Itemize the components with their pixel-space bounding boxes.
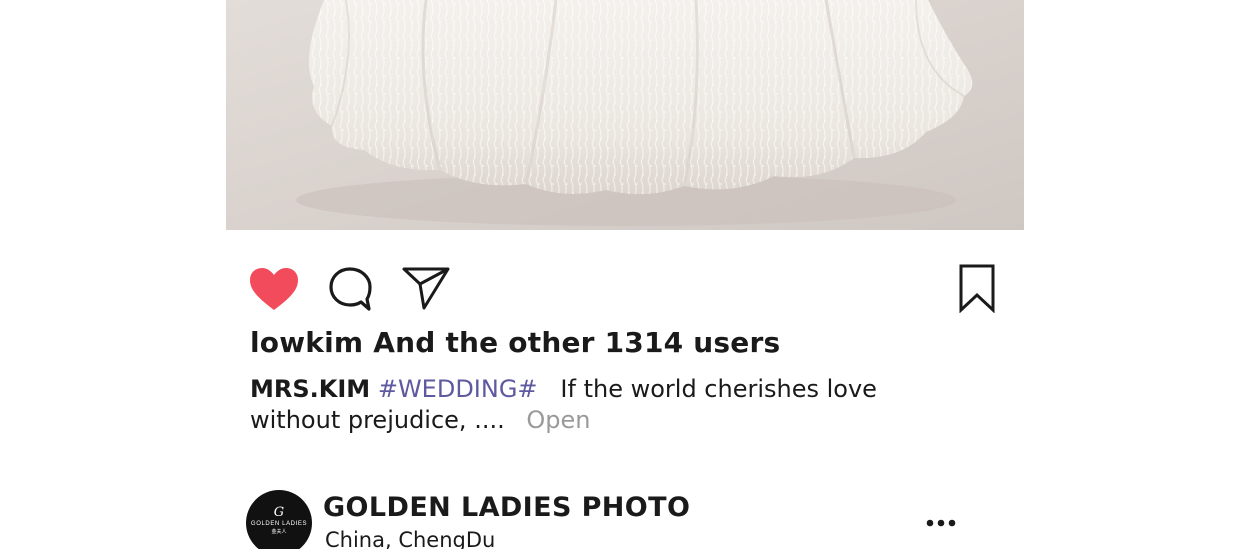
likes-summary[interactable]: lowkim And the other 1314 users	[250, 326, 780, 359]
post-image[interactable]	[226, 0, 1024, 230]
comment-button[interactable]	[324, 262, 376, 316]
post-page: lowkim And the other 1314 users MRS.KIM …	[0, 0, 1250, 549]
caption-hashtag[interactable]: #WEDDING#	[378, 375, 538, 403]
paper-plane-icon	[402, 267, 450, 310]
bookmark-icon	[959, 264, 995, 313]
caption-open-link[interactable]: Open	[526, 406, 590, 434]
more-dots-icon	[926, 519, 956, 527]
caption-author[interactable]: MRS.KIM	[250, 375, 370, 403]
account-avatar[interactable]: G GOLDEN LADIES 金夫人	[246, 490, 312, 549]
account-name[interactable]: GOLDEN LADIES PHOTO	[323, 492, 690, 523]
comment-bubble-icon	[329, 267, 372, 311]
wedding-dress-photo	[226, 0, 1024, 230]
heart-filled-icon	[250, 268, 298, 310]
share-button[interactable]	[398, 260, 454, 314]
more-options-button[interactable]	[922, 512, 960, 534]
avatar-brand: GOLDEN LADIES	[250, 520, 308, 527]
avatar-brand-sub: 金夫人	[271, 528, 287, 535]
avatar-monogram: G	[273, 504, 285, 520]
account-location[interactable]: China, ChengDu	[325, 528, 495, 549]
post-caption: MRS.KIM #WEDDING# If the world cherishes…	[250, 374, 950, 436]
save-button[interactable]	[954, 260, 1000, 316]
like-button[interactable]	[246, 262, 302, 316]
